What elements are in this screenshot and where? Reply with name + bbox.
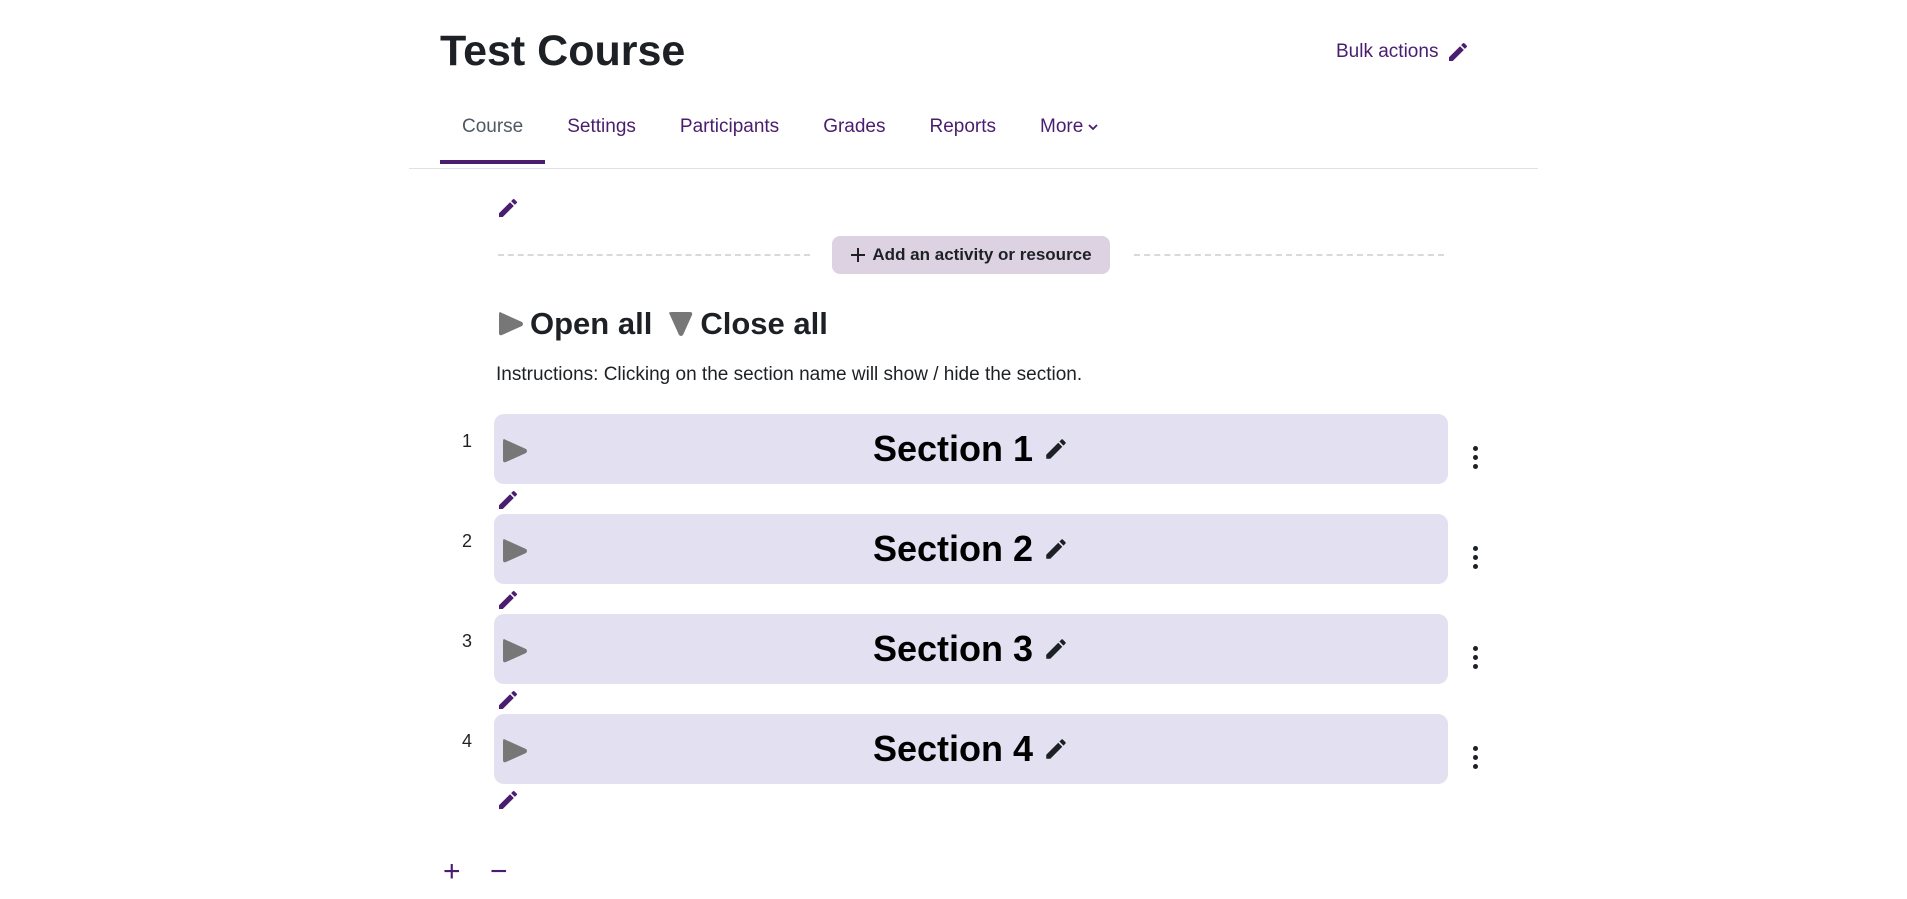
triangle-right-icon <box>503 739 527 763</box>
triangle-down-icon <box>669 312 693 336</box>
nav-divider <box>409 168 1538 169</box>
tab-grades[interactable]: Grades <box>801 102 907 164</box>
section-menu-kebab-icon[interactable] <box>1468 446 1482 469</box>
triangle-right-icon <box>503 539 527 563</box>
triangle-right-icon <box>499 312 523 336</box>
tab-grades-label: Grades <box>823 116 886 137</box>
section-header-4[interactable]: Section 4 <box>494 714 1448 784</box>
tab-course-label: Course <box>462 116 524 137</box>
section-menu-kebab-icon[interactable] <box>1468 546 1482 569</box>
edit-section-pencil-icon[interactable] <box>496 488 520 512</box>
edit-title-pencil-icon[interactable] <box>1043 736 1069 762</box>
section-menu-kebab-icon[interactable] <box>1468 646 1482 669</box>
remove-section-button[interactable]: − <box>490 857 508 887</box>
divider-right <box>1134 254 1444 256</box>
tab-reports-label: Reports <box>929 116 997 137</box>
instructions-text: Instructions: Clicking on the section na… <box>496 364 1083 385</box>
section-header-1[interactable]: Section 1 <box>494 414 1448 484</box>
section-title: Section 3 <box>872 628 1034 669</box>
section-header-3[interactable]: Section 3 <box>494 614 1448 684</box>
edit-section-pencil-icon[interactable] <box>496 588 520 612</box>
page-title: Test Course <box>440 27 686 75</box>
tab-settings[interactable]: Settings <box>545 102 658 164</box>
bulk-actions-button[interactable]: Bulk actions <box>1336 40 1470 64</box>
triangle-right-icon <box>503 639 527 663</box>
close-all-button[interactable]: Close all <box>666 306 828 342</box>
close-all-label: Close all <box>700 306 828 341</box>
section-title: Section 4 <box>872 728 1034 769</box>
add-activity-button[interactable]: Add an activity or resource <box>832 236 1110 274</box>
tab-participants-label: Participants <box>679 116 780 137</box>
section-header-2[interactable]: Section 2 <box>494 514 1448 584</box>
chevron-down-icon <box>1088 124 1098 131</box>
plus-icon <box>851 248 866 262</box>
add-section-button[interactable]: + <box>443 857 461 887</box>
open-all-label: Open all <box>530 306 653 341</box>
add-activity-label: Add an activity or resource <box>872 245 1092 264</box>
section-menu-kebab-icon[interactable] <box>1468 746 1482 769</box>
section-number: 4 <box>462 731 473 751</box>
toggle-all-controls: Open all Close all <box>496 306 828 342</box>
pencil-icon <box>1449 42 1468 61</box>
section-number: 1 <box>462 431 473 451</box>
edit-section-0-pencil-icon[interactable] <box>496 196 520 220</box>
triangle-right-icon <box>503 439 527 463</box>
section-number: 3 <box>462 631 473 651</box>
divider-left <box>498 254 810 256</box>
tab-more-label: More <box>1040 116 1084 137</box>
tab-settings-label: Settings <box>567 116 636 137</box>
course-nav: Course Settings Participants Grades Repo… <box>440 102 1121 164</box>
section-number: 2 <box>462 531 473 551</box>
edit-section-pencil-icon[interactable] <box>496 788 520 812</box>
edit-title-pencil-icon[interactable] <box>1043 436 1069 462</box>
section-title: Section 1 <box>872 428 1034 469</box>
tab-participants[interactable]: Participants <box>658 102 801 164</box>
tab-reports[interactable]: Reports <box>908 102 1019 164</box>
edit-title-pencil-icon[interactable] <box>1043 536 1069 562</box>
bulk-actions-label: Bulk actions <box>1336 41 1439 62</box>
open-all-button[interactable]: Open all <box>496 306 652 342</box>
tab-more[interactable]: More <box>1018 102 1121 164</box>
tab-course[interactable]: Course <box>440 102 546 164</box>
edit-section-pencil-icon[interactable] <box>496 688 520 712</box>
section-title: Section 2 <box>872 528 1034 569</box>
edit-title-pencil-icon[interactable] <box>1043 636 1069 662</box>
